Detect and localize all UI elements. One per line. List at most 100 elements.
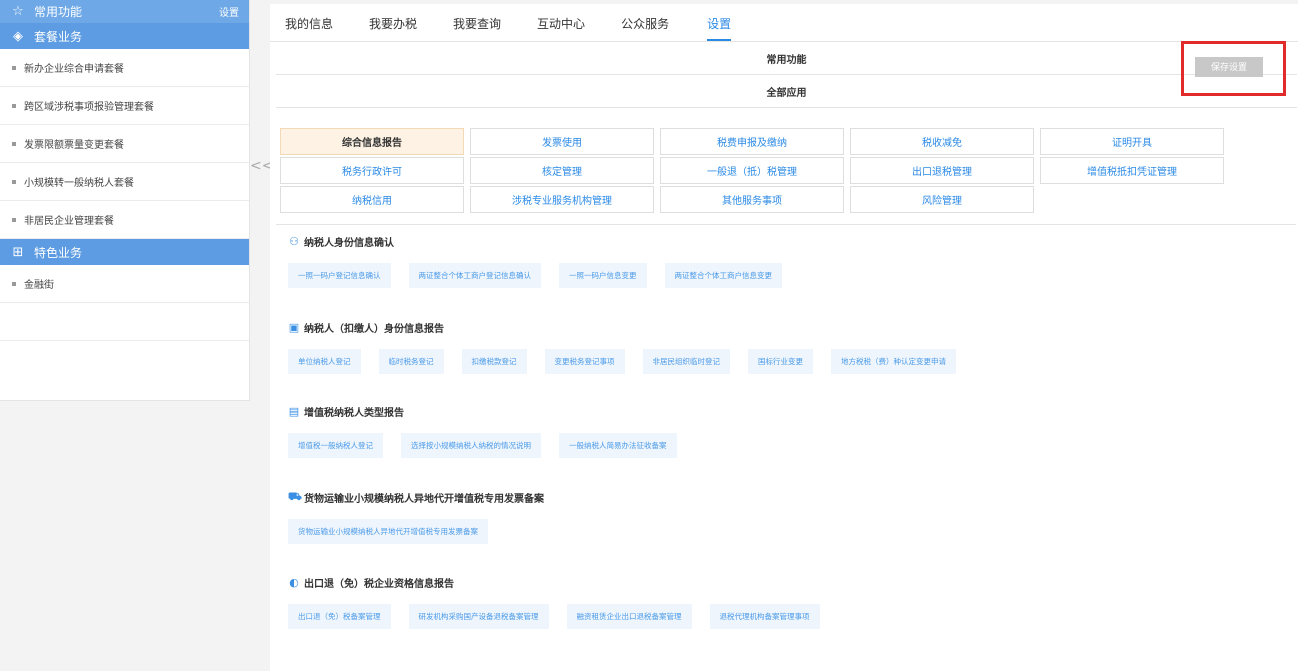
service-item[interactable]: 一般纳税人简易办法征收备案 [559,433,677,458]
top-tabs: 我的信息 我要办税 我要查询 互动中心 公众服务 设置 [270,4,1298,42]
service-item[interactable]: 单位纳税人登记 [288,349,361,374]
tab-interaction[interactable]: 互动中心 [537,15,585,41]
bullet-icon [12,281,16,286]
category-button[interactable]: 一般退（抵）税管理 [660,157,844,184]
sidebar-item-label: 非居民企业管理套餐 [24,216,114,227]
tab-my-info[interactable]: 我的信息 [285,15,333,41]
service-item[interactable]: 增值税一般纳税人登记 [288,433,383,458]
grid-icon: ⊞ [12,244,24,260]
layers-icon: ◈ [13,28,23,44]
service-item[interactable]: 一照一码户信息变更 [559,263,647,288]
main-panel: 我的信息 我要办税 我要查询 互动中心 公众服务 设置 常用功能 全部应用 保存… [270,4,1298,671]
highlight-box [1181,41,1286,96]
category-button[interactable]: 税费申报及缴纳 [660,128,844,155]
sidebar-item-label: 金融街 [24,280,54,291]
category-button[interactable]: 涉税专业服务机构管理 [470,186,654,213]
id-card-icon: ▣ [288,320,300,334]
category-button[interactable]: 证明开具 [1040,128,1224,155]
bullet-icon [12,217,16,222]
sidebar-header-packages[interactable]: ◈ 套餐业务 [0,23,249,49]
sidebar-header-common-label: 常用功能 [34,5,83,19]
sidebar-item-package[interactable]: 发票限额票量变更套餐 [0,125,249,163]
sidebar-empty-row [0,303,249,341]
star-icon: ☆ [12,4,24,19]
category-button[interactable]: 风险管理 [850,186,1034,213]
tab-settings[interactable]: 设置 [707,15,732,41]
bullet-icon [12,141,16,146]
sidebar-item-label: 小规模转一般纳税人套餐 [24,178,134,189]
sidebar-item-label: 发票限额票量变更套餐 [24,140,124,151]
service-item[interactable]: 融资租赁企业出口退税备案管理 [566,604,692,629]
sidebar-item-package[interactable]: 跨区域涉税事项报验管理套餐 [0,87,249,125]
bullet-icon [12,65,16,70]
category-button[interactable]: 综合信息报告 [280,128,464,155]
sidebar-header-packages-label: 套餐业务 [34,29,83,44]
sidebar-settings-link[interactable]: 设置 [219,4,239,19]
service-item[interactable]: 变更税务登记事项 [544,349,625,374]
service-item[interactable]: 两证整合个体工商户信息变更 [664,263,782,288]
category-button[interactable]: 税收减免 [850,128,1034,155]
sidebar-header-features[interactable]: ⊞ 特色业务 [0,239,249,265]
group-title-label: 出口退（免）税企业资格信息报告 [304,578,454,590]
group-items: 增值税一般纳税人登记 选择按小规模纳税人纳税的情况说明 一般纳税人简易办法征收备… [288,433,695,458]
section-divider [276,224,1296,225]
group-freight-invoice: ⛟ 货物运输业小规模纳税人异地代开增值税专用发票备案 货物运输业小规模纳税人异地… [288,490,544,544]
bullet-icon [12,179,16,184]
category-grid: 综合信息报告 发票使用 税费申报及缴纳 税收减免 证明开具 税务行政许可 核定管… [280,128,1240,213]
group-items: 出口退（免）税备案管理 研发机构采购国产设备退税备案管理 融资租赁企业出口退税备… [288,604,838,629]
tab-do-tax[interactable]: 我要办税 [369,15,417,41]
group-items: 单位纳税人登记 临时税务登记 扣缴税款登记 变更税务登记事项 非居民组织临时登记… [288,349,974,374]
group-title-label: 增值税纳税人类型报告 [304,407,404,419]
service-item[interactable]: 扣缴税款登记 [461,349,527,374]
sidebar-item-feature[interactable]: 金融街 [0,265,249,303]
sidebar-header-common[interactable]: ☆ 常用功能 设置 [0,0,249,23]
service-item[interactable]: 研发机构采购国产设备退税备案管理 [408,604,549,629]
sidebar-item-label: 新办企业综合申请套餐 [24,64,124,75]
group-taxpayer-identity: ⚇ 纳税人身份信息确认 一照一码户登记信息确认 两证整合个体工商户登记信息确认 … [288,234,800,288]
service-item[interactable]: 一照一码户登记信息确认 [288,263,391,288]
service-item[interactable]: 临时税务登记 [378,349,444,374]
group-title: ⛟ 货物运输业小规模纳税人异地代开增值税专用发票备案 [288,489,544,505]
service-item[interactable]: 国标行业变更 [748,349,813,374]
group-title-label: 纳税人（扣缴人）身份信息报告 [304,323,444,335]
category-button[interactable]: 纳税信用 [280,186,464,213]
group-title: ▤ 增值税纳税人类型报告 [288,404,695,419]
sidebar-item-package[interactable]: 小规模转一般纳税人套餐 [0,163,249,201]
tab-public-service[interactable]: 公众服务 [621,15,669,41]
service-item[interactable]: 非居民组织临时登记 [642,349,730,374]
sidebar-item-package[interactable]: 非居民企业管理套餐 [0,201,249,239]
category-button[interactable]: 发票使用 [470,128,654,155]
group-title: ⚇ 纳税人身份信息确认 [288,234,800,249]
sidebar-header-features-label: 特色业务 [34,245,83,260]
collapse-sidebar-icon[interactable]: << [250,156,273,176]
category-button[interactable]: 其他服务事项 [660,186,844,213]
tab-query[interactable]: 我要查询 [453,15,501,41]
service-item[interactable]: 两证整合个体工商户登记信息确认 [408,263,541,288]
sidebar-item-label: 跨区域涉税事项报验管理套餐 [24,102,154,113]
group-title-label: 纳税人身份信息确认 [304,237,394,249]
sidebar-item-package[interactable]: 新办企业综合申请套餐 [0,49,249,87]
service-item[interactable]: 选择按小规模纳税人纳税的情况说明 [401,433,541,458]
category-button[interactable]: 出口退税管理 [850,157,1034,184]
bullet-icon [12,103,16,108]
common-functions-title: 常用功能 [276,42,1297,75]
group-title: ▣ 纳税人（扣缴人）身份信息报告 [288,320,974,335]
user-icon: ⚇ [289,234,299,248]
service-item[interactable]: 货物运输业小规模纳税人异地代开增值税专用发票备案 [288,519,488,544]
globe-icon: ◐ [289,575,299,589]
group-items: 一照一码户登记信息确认 两证整合个体工商户登记信息确认 一照一码户信息变更 两证… [288,263,800,288]
sidebar: ☆ 常用功能 设置 ◈ 套餐业务 新办企业综合申请套餐 跨区域涉税事项报验管理套… [0,0,250,401]
app-root: ☆ 常用功能 设置 ◈ 套餐业务 新办企业综合申请套餐 跨区域涉税事项报验管理套… [0,0,1298,671]
category-button[interactable]: 增值税抵扣凭证管理 [1040,157,1224,184]
group-export-refund: ◐ 出口退（免）税企业资格信息报告 出口退（免）税备案管理 研发机构采购国产设备… [288,575,838,629]
all-apps-title: 全部应用 [276,75,1297,108]
category-button[interactable]: 核定管理 [470,157,654,184]
service-item[interactable]: 地方税税（费）种认定变更申请 [831,349,956,374]
service-item[interactable]: 出口退（免）税备案管理 [288,604,391,629]
group-title: ◐ 出口退（免）税企业资格信息报告 [288,575,838,590]
document-icon: ▤ [288,404,300,418]
truck-icon: ⛟ [288,489,302,503]
group-taxpayer-report: ▣ 纳税人（扣缴人）身份信息报告 单位纳税人登记 临时税务登记 扣缴税款登记 变… [288,320,974,374]
category-button[interactable]: 税务行政许可 [280,157,464,184]
service-item[interactable]: 退税代理机构备案管理事项 [709,604,820,629]
